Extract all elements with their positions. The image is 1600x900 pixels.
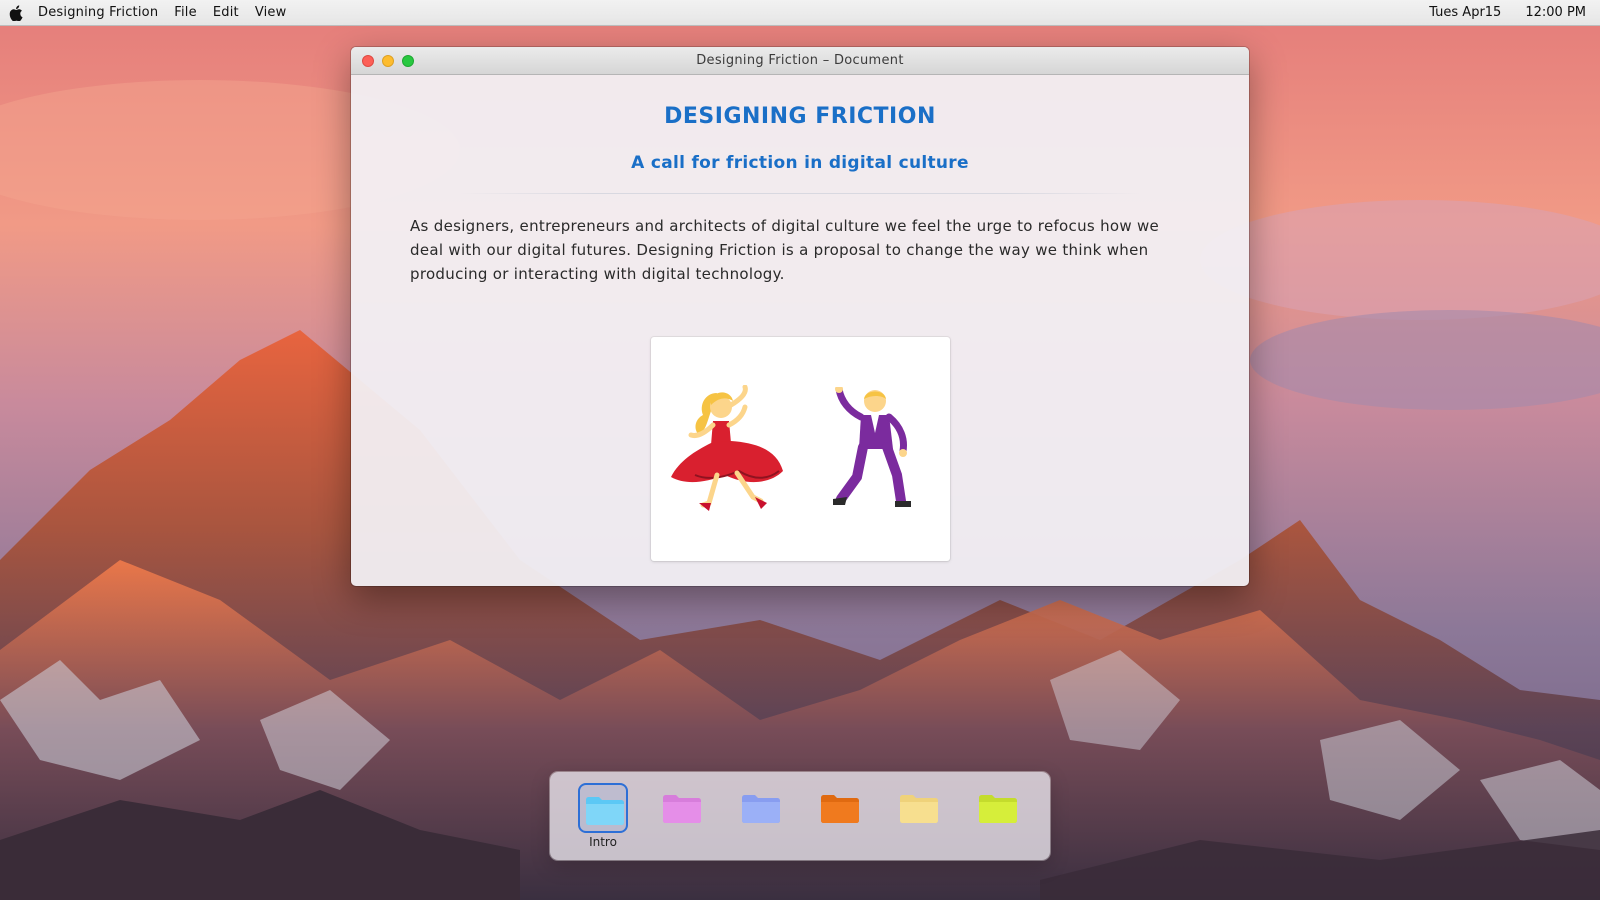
dock-label-intro: Intro xyxy=(589,835,617,849)
menu-file[interactable]: File xyxy=(174,5,197,20)
woman-dancing-icon xyxy=(671,385,783,511)
folder-icon xyxy=(586,797,624,825)
dock-folder-orange[interactable] xyxy=(815,783,865,833)
dock-folder-lime[interactable] xyxy=(973,783,1023,833)
window-controls xyxy=(362,55,422,67)
dock: Intro xyxy=(550,772,1050,860)
document-window: Designing Friction – Document DESIGNING … xyxy=(351,47,1249,586)
minimize-button[interactable] xyxy=(382,55,394,67)
maximize-button[interactable] xyxy=(402,55,414,67)
close-button[interactable] xyxy=(362,55,374,67)
window-title: Designing Friction – Document xyxy=(696,53,904,68)
document-body-text: As designers, entrepreneurs and architec… xyxy=(410,217,1160,283)
folder-icon xyxy=(663,795,701,823)
menu-app-name[interactable]: Designing Friction xyxy=(38,5,158,20)
man-dancing-icon xyxy=(833,387,911,507)
document-title: DESIGNING FRICTION xyxy=(664,104,936,129)
menu-view[interactable]: View xyxy=(255,5,287,20)
dock-folder-pink[interactable] xyxy=(657,783,707,833)
dock-folder-intro[interactable] xyxy=(578,783,628,833)
dock-folder-yellow[interactable] xyxy=(894,783,944,833)
menu-edit[interactable]: Edit xyxy=(213,5,239,20)
menu-clock[interactable]: 12:00 PM xyxy=(1525,5,1586,20)
dancers-image xyxy=(651,337,950,561)
apple-icon[interactable] xyxy=(9,4,24,21)
folder-icon xyxy=(821,795,859,823)
folder-icon xyxy=(900,795,938,823)
divider xyxy=(459,193,1142,194)
document-content: DESIGNING FRICTION A call for friction i… xyxy=(351,75,1249,586)
document-subtitle: A call for friction in digital culture xyxy=(631,153,969,173)
folder-icon xyxy=(742,795,780,823)
dock-folder-periwinkle[interactable] xyxy=(736,783,786,833)
window-titlebar[interactable]: Designing Friction – Document xyxy=(351,47,1249,75)
folder-icon xyxy=(979,795,1017,823)
menu-date[interactable]: Tues Apr15 xyxy=(1429,5,1501,20)
menu-bar: Designing Friction File Edit View Tues A… xyxy=(0,0,1600,26)
